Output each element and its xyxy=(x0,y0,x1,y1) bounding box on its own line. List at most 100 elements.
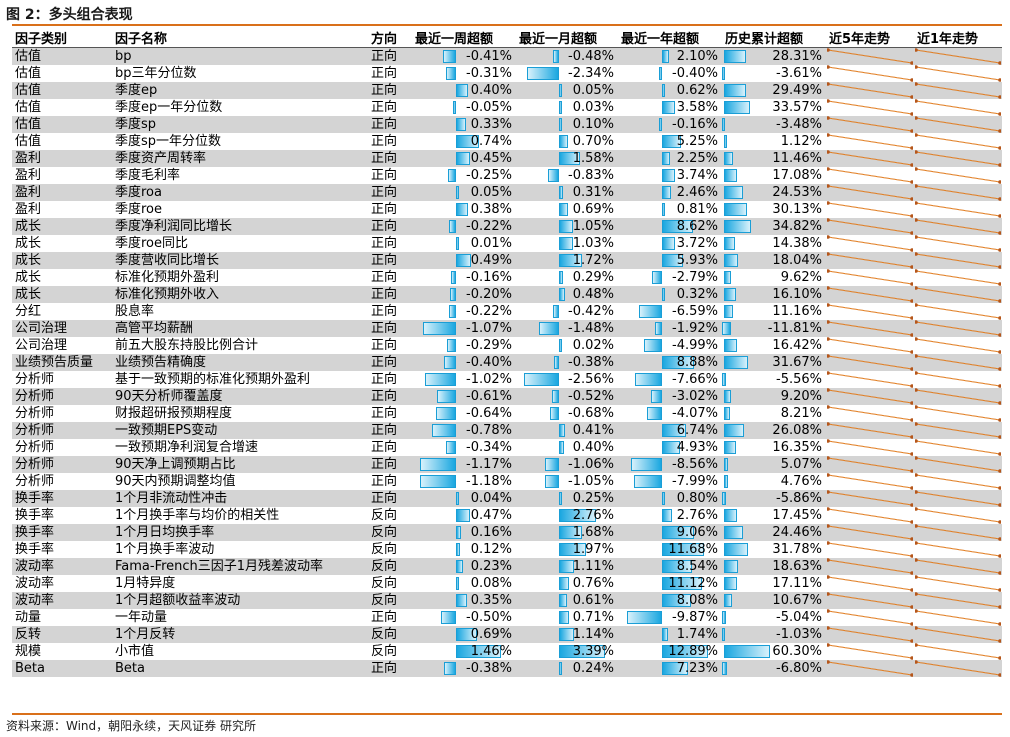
value-bar xyxy=(456,237,459,250)
excess-return-cell: -1.05% xyxy=(516,473,618,490)
excess-return-value: 5.07% xyxy=(780,457,822,472)
value-bar xyxy=(559,288,566,301)
factor-name-cell: 一年动量 xyxy=(112,609,368,626)
excess-return-cell: 0.71% xyxy=(516,609,618,626)
excess-return-value: 2.25% xyxy=(676,151,718,166)
five-year-sparkline xyxy=(826,116,914,133)
excess-return-cell: -4.07% xyxy=(618,405,722,422)
value-bar xyxy=(724,50,746,63)
value-bar xyxy=(456,203,468,216)
factor-category-cell: 业绩预告质量 xyxy=(12,354,112,371)
factor-name-cell: 季度roe xyxy=(112,201,368,218)
header-row: 因子类别 因子名称 方向 最近一周超额 最近一月超额 最近一年超额 历史累计超额… xyxy=(12,27,1002,48)
one-year-sparkline xyxy=(914,286,1002,303)
excess-return-value: 3.74% xyxy=(676,168,718,183)
figure-title: 图 2：多头组合表现 xyxy=(6,7,133,23)
value-bar xyxy=(456,509,471,522)
factor-name-cell: 基于一致预期的标准化预期外盈利 xyxy=(112,371,368,388)
excess-return-cell: -0.61% xyxy=(412,388,516,405)
excess-return-cell: -0.34% xyxy=(412,439,516,456)
excess-return-cell: -0.42% xyxy=(516,303,618,320)
excess-return-cell: 8.88% xyxy=(618,354,722,371)
excess-return-value: 8.88% xyxy=(676,355,718,370)
factor-name-cell: 1个月超额收益率波动 xyxy=(112,592,368,609)
excess-return-value: 7.23% xyxy=(676,661,718,676)
excess-return-value: 0.41% xyxy=(572,423,614,438)
direction-cell: 反向 xyxy=(368,507,412,524)
one-year-sparkline xyxy=(914,235,1002,252)
table-row: 估值 bp三年分位数 正向 -0.31% -2.34% -0.40% -3.61% xyxy=(12,65,1002,82)
table-row: 公司治理 高管平均薪酬 正向 -1.07% -1.48% -1.92% -11.81% xyxy=(12,320,1002,337)
factor-category-cell: 分析师 xyxy=(12,473,112,490)
value-bar xyxy=(559,492,563,505)
factor-name-cell: 季度ep一年分位数 xyxy=(112,99,368,116)
five-year-sparkline xyxy=(826,558,914,575)
factor-category-cell: 分析师 xyxy=(12,422,112,439)
value-bar xyxy=(559,560,575,573)
value-bar xyxy=(559,84,562,97)
one-year-sparkline xyxy=(914,422,1002,439)
one-year-sparkline xyxy=(914,269,1002,286)
one-year-sparkline xyxy=(914,65,1002,82)
value-bar xyxy=(447,339,456,352)
one-year-sparkline xyxy=(914,201,1002,218)
excess-return-cell: -0.40% xyxy=(412,354,516,371)
excess-return-cell: 0.40% xyxy=(412,82,516,99)
five-year-sparkline xyxy=(826,507,914,524)
factor-category-cell: 估值 xyxy=(12,65,112,82)
value-bar xyxy=(559,203,569,216)
value-bar xyxy=(722,662,728,675)
value-bar xyxy=(651,390,662,403)
five-year-sparkline xyxy=(826,320,914,337)
direction-cell: 正向 xyxy=(368,252,412,269)
factor-category-cell: 估值 xyxy=(12,47,112,65)
excess-return-value: 1.74% xyxy=(676,627,718,642)
table-row: 成长 标准化预期外盈利 正向 -0.16% 0.29% -2.79% 9.62% xyxy=(12,269,1002,286)
five-year-sparkline xyxy=(826,201,914,218)
five-year-sparkline xyxy=(826,626,914,643)
direction-cell: 反向 xyxy=(368,643,412,660)
excess-return-cell: -9.87% xyxy=(618,609,722,626)
excess-return-cell: 8.54% xyxy=(618,558,722,575)
factor-name-cell: 股息率 xyxy=(112,303,368,320)
direction-cell: 正向 xyxy=(368,82,412,99)
excess-return-value: -1.17% xyxy=(466,457,512,472)
direction-cell: 正向 xyxy=(368,116,412,133)
excess-return-value: 2.76% xyxy=(572,508,614,523)
factor-category-cell: 成长 xyxy=(12,235,112,252)
value-bar xyxy=(724,254,738,267)
value-bar xyxy=(662,492,665,505)
direction-cell: 正向 xyxy=(368,660,412,677)
excess-return-cell: 0.70% xyxy=(516,133,618,150)
value-bar xyxy=(559,135,569,148)
excess-return-value: 10.67% xyxy=(772,593,822,608)
direction-cell: 正向 xyxy=(368,65,412,82)
excess-return-value: -0.16% xyxy=(466,270,512,285)
value-bar xyxy=(662,84,665,97)
excess-return-value: 0.81% xyxy=(676,202,718,217)
value-bar xyxy=(724,356,749,369)
excess-return-value: -7.99% xyxy=(672,474,718,489)
one-year-sparkline xyxy=(914,473,1002,490)
value-bar xyxy=(724,526,743,539)
five-year-sparkline xyxy=(826,167,914,184)
excess-return-cell: -0.38% xyxy=(516,354,618,371)
excess-return-value: -5.86% xyxy=(776,491,822,506)
excess-return-cell: 26.08% xyxy=(722,422,826,439)
excess-return-value: 0.69% xyxy=(470,627,512,642)
direction-cell: 正向 xyxy=(368,286,412,303)
excess-return-value: 24.53% xyxy=(772,185,822,200)
value-bar xyxy=(634,373,662,386)
five-year-sparkline xyxy=(826,184,914,201)
excess-return-cell: 0.03% xyxy=(516,99,618,116)
excess-return-cell: 0.62% xyxy=(618,82,722,99)
excess-return-value: -0.50% xyxy=(466,610,512,625)
five-year-sparkline xyxy=(826,65,914,82)
five-year-sparkline xyxy=(826,660,914,677)
value-bar xyxy=(456,152,470,165)
table-row: 分析师 基于一致预期的标准化预期外盈利 正向 -1.02% -2.56% -7.66% -5… xyxy=(12,371,1002,388)
excess-return-value: 17.11% xyxy=(772,576,822,591)
factor-category-cell: 盈利 xyxy=(12,201,112,218)
excess-return-cell: 0.04% xyxy=(412,490,516,507)
excess-return-cell: 0.05% xyxy=(516,82,618,99)
